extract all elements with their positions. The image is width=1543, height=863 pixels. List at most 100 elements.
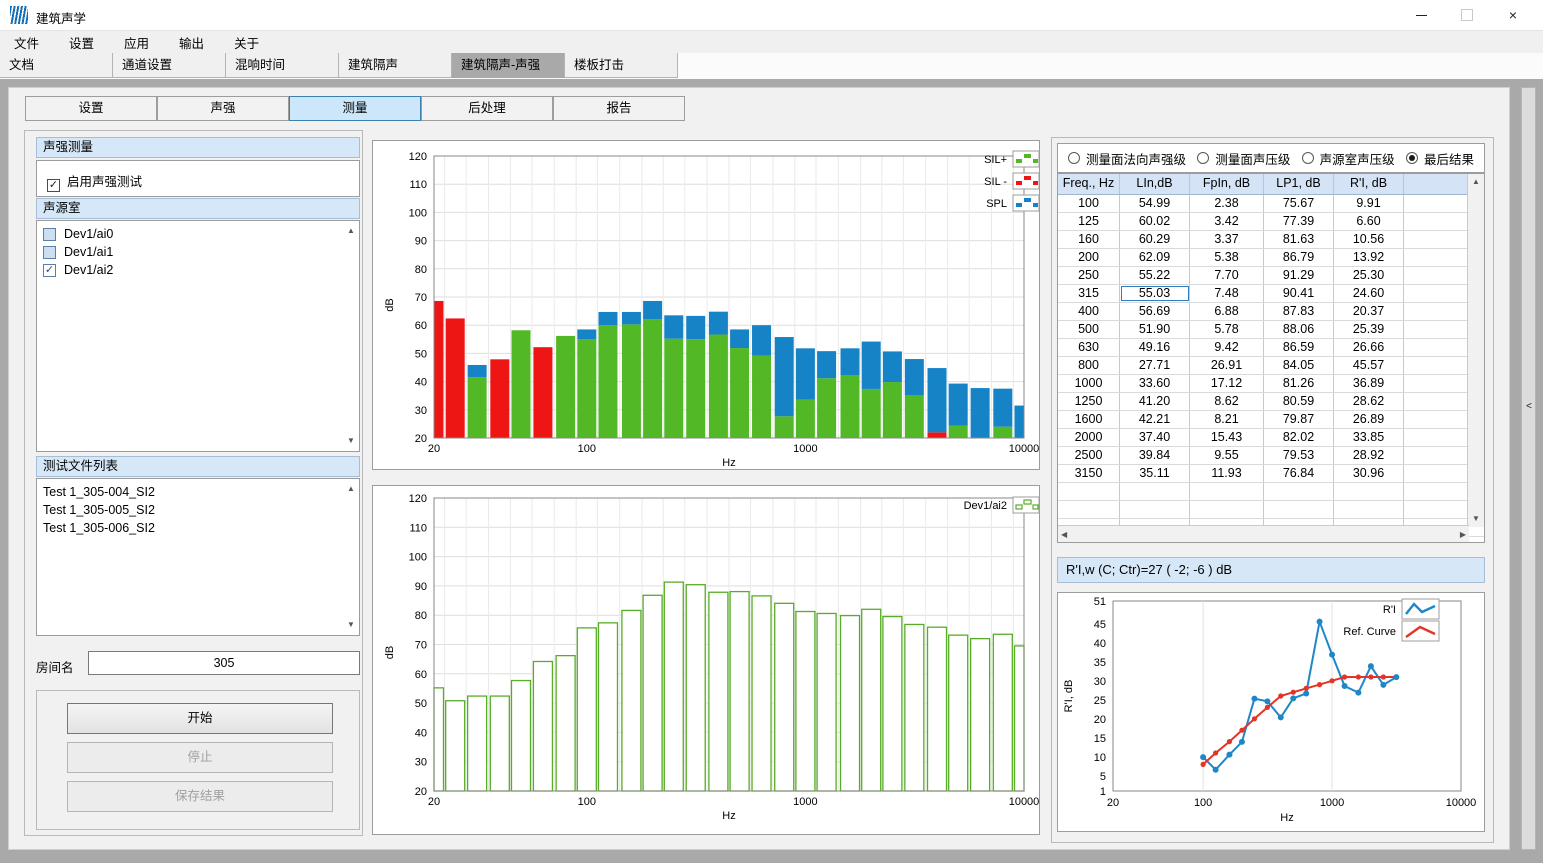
table-cell[interactable]: 81.63	[1264, 231, 1334, 248]
stop-button[interactable]: 停止	[67, 742, 333, 773]
table-cell[interactable]: 36.89	[1334, 375, 1404, 392]
table-cell[interactable]	[1404, 357, 1469, 374]
enable-intensity-checkbox[interactable]: ✓	[47, 179, 60, 192]
table-cell[interactable]: 87.83	[1264, 303, 1334, 320]
channel-item[interactable]: ✓Dev1/ai2	[37, 261, 359, 279]
table-cell[interactable]: 9.42	[1190, 339, 1264, 356]
channel-checkbox[interactable]	[43, 246, 56, 259]
view-option-selected[interactable]: 最后结果	[1406, 149, 1474, 168]
table-vscrollbar[interactable]: ▲ ▼	[1467, 174, 1484, 527]
channel-item[interactable]: Dev1/ai1	[37, 243, 359, 261]
main-tab-建筑隔声[interactable]: 建筑隔声	[339, 53, 452, 78]
table-cell[interactable]: 3.42	[1190, 213, 1264, 230]
table-cell[interactable]: 2500	[1058, 447, 1120, 464]
table-cell[interactable]: 3.37	[1190, 231, 1264, 248]
table-header-cell[interactable]: LP1, dB	[1264, 174, 1334, 194]
menu-item-应用[interactable]: 应用	[122, 33, 151, 52]
table-cell[interactable]: 7.48	[1190, 285, 1264, 302]
table-cell[interactable]	[1404, 231, 1469, 248]
table-cell[interactable]: 75.67	[1264, 195, 1334, 212]
maximize-button[interactable]	[1444, 0, 1490, 30]
table-cell[interactable]: 500	[1058, 321, 1120, 338]
main-tab-文档[interactable]: 文档	[0, 53, 113, 78]
start-button[interactable]: 开始	[67, 703, 333, 734]
table-cell[interactable]: 15.43	[1190, 429, 1264, 446]
table-cell[interactable]: 86.79	[1264, 249, 1334, 266]
table-cell[interactable]: 1250	[1058, 393, 1120, 410]
save-result-button[interactable]: 保存结果	[67, 781, 333, 812]
table-cell[interactable]: 125	[1058, 213, 1120, 230]
collapse-left-icon[interactable]: ˂	[1523, 400, 1535, 414]
channel-checkbox[interactable]	[43, 228, 56, 241]
menu-item-输出[interactable]: 输出	[177, 33, 206, 52]
table-cell[interactable]: 1000	[1058, 375, 1120, 392]
table-cell[interactable]: 7.70	[1190, 267, 1264, 284]
table-cell[interactable]: 800	[1058, 357, 1120, 374]
main-tab-通道设置[interactable]: 通道设置	[113, 53, 226, 78]
scroll-up-icon[interactable]: ▲	[1470, 176, 1482, 188]
table-cell[interactable]: 60.02	[1120, 213, 1190, 230]
table-cell[interactable]	[1404, 393, 1469, 410]
sub-tab-后处理[interactable]: 后处理	[421, 96, 553, 121]
table-cell[interactable]	[1404, 411, 1469, 428]
table-cell[interactable]: 9.91	[1334, 195, 1404, 212]
main-tab-建筑隔声-声强[interactable]: 建筑隔声-声强	[452, 53, 565, 78]
table-cell[interactable]: 76.84	[1264, 465, 1334, 482]
table-cell[interactable]: 55.22	[1120, 267, 1190, 284]
table-hscrollbar[interactable]: ◀ ▶	[1058, 525, 1469, 542]
table-cell[interactable]	[1404, 447, 1469, 464]
table-cell[interactable]: 25.30	[1334, 267, 1404, 284]
side-splitter[interactable]	[1521, 87, 1536, 850]
table-cell[interactable]	[1404, 321, 1469, 338]
table-cell[interactable]: 8.21	[1190, 411, 1264, 428]
table-cell[interactable]: 33.60	[1120, 375, 1190, 392]
test-file-item[interactable]: Test 1_305-006_SI2	[37, 519, 359, 537]
table-cell[interactable]: 54.99	[1120, 195, 1190, 212]
scroll-down-icon[interactable]: ▼	[1470, 513, 1482, 525]
table-cell[interactable]: 315	[1058, 285, 1120, 302]
table-cell[interactable]: 55.03	[1120, 285, 1190, 302]
scroll-up-icon[interactable]: ▲	[345, 225, 357, 237]
table-cell[interactable]: 630	[1058, 339, 1120, 356]
table-cell[interactable]: 82.02	[1264, 429, 1334, 446]
table-cell[interactable]: 9.55	[1190, 447, 1264, 464]
table-cell[interactable]	[1404, 249, 1469, 266]
test-file-item[interactable]: Test 1_305-004_SI2	[37, 483, 359, 501]
table-cell[interactable]: 3150	[1058, 465, 1120, 482]
test-file-item[interactable]: Test 1_305-005_SI2	[37, 501, 359, 519]
table-cell[interactable]: 20.37	[1334, 303, 1404, 320]
table-cell[interactable]: 33.85	[1334, 429, 1404, 446]
table-header-cell[interactable]	[1404, 174, 1469, 194]
table-cell[interactable]	[1404, 213, 1469, 230]
sub-tab-声强[interactable]: 声强	[157, 96, 289, 121]
table-cell[interactable]: 80.59	[1264, 393, 1334, 410]
table-header-cell[interactable]: LIn,dB	[1120, 174, 1190, 194]
channel-checkbox[interactable]: ✓	[43, 264, 56, 277]
table-cell[interactable]: 26.89	[1334, 411, 1404, 428]
table-cell[interactable]: 37.40	[1120, 429, 1190, 446]
table-cell[interactable]	[1404, 285, 1469, 302]
table-cell[interactable]: 79.53	[1264, 447, 1334, 464]
table-cell[interactable]: 400	[1058, 303, 1120, 320]
table-cell[interactable]: 90.41	[1264, 285, 1334, 302]
table-cell[interactable]: 2000	[1058, 429, 1120, 446]
table-cell[interactable]: 42.21	[1120, 411, 1190, 428]
table-cell[interactable]	[1404, 195, 1469, 212]
table-cell[interactable]: 24.60	[1334, 285, 1404, 302]
table-cell[interactable]: 8.62	[1190, 393, 1264, 410]
sub-tab-报告[interactable]: 报告	[553, 96, 685, 121]
table-cell[interactable]: 26.91	[1190, 357, 1264, 374]
table-cell[interactable]: 26.66	[1334, 339, 1404, 356]
scroll-down-icon[interactable]: ▼	[345, 435, 357, 447]
room-name-input[interactable]	[88, 651, 360, 675]
table-header-cell[interactable]: Freq., Hz	[1058, 174, 1120, 194]
table-cell[interactable]: 25.39	[1334, 321, 1404, 338]
minimize-button[interactable]	[1398, 0, 1444, 30]
table-cell[interactable]	[1404, 465, 1469, 482]
table-cell[interactable]: 62.09	[1120, 249, 1190, 266]
table-cell[interactable]: 39.84	[1120, 447, 1190, 464]
table-cell[interactable]: 2.38	[1190, 195, 1264, 212]
table-cell[interactable]: 30.96	[1334, 465, 1404, 482]
table-cell[interactable]: 84.05	[1264, 357, 1334, 374]
main-tab-楼板打击[interactable]: 楼板打击	[565, 53, 678, 78]
